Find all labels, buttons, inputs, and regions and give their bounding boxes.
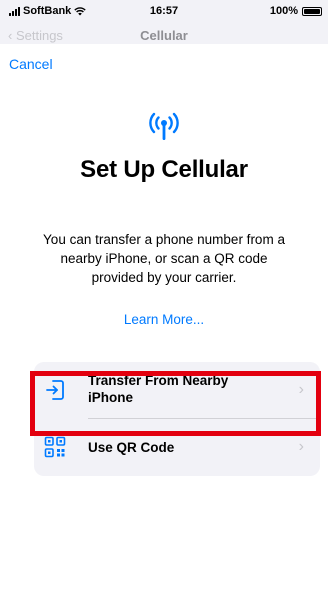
chevron-right-icon: › — [298, 381, 304, 398]
qr-option-label: Use QR Code — [88, 440, 175, 455]
learn-more-link[interactable]: Learn More... — [0, 312, 328, 327]
cancel-button[interactable]: Cancel — [9, 56, 53, 72]
screen: SoftBank 16:57 100% ‹ Settings Cellular … — [0, 0, 328, 593]
antenna-icon — [149, 112, 179, 140]
options-group: Transfer From Nearby iPhone › Use QR Cod… — [34, 362, 320, 476]
setup-cellular-sheet: Cancel Set Up Cellular You can transfer … — [0, 44, 328, 593]
description-text: You can transfer a phone number from a n… — [43, 232, 285, 285]
status-right: 100% — [270, 5, 322, 17]
page-title: Set Up Cellular — [80, 156, 248, 183]
battery-icon — [302, 6, 322, 16]
battery-percent: 100% — [269, 5, 298, 17]
background-nav-title: Cellular — [140, 28, 188, 43]
transfer-option-label: Transfer From Nearby iPhone — [88, 373, 229, 405]
status-bar: SoftBank 16:57 100% — [0, 0, 328, 24]
use-qr-code-option[interactable]: Use QR Code › — [34, 419, 320, 476]
chevron-right-icon: › — [298, 438, 304, 455]
background-nav-bar: ‹ Settings Cellular — [0, 24, 328, 44]
qr-code-icon — [44, 436, 66, 458]
transfer-from-nearby-iphone-option[interactable]: Transfer From Nearby iPhone › — [34, 362, 320, 419]
transfer-icon — [46, 380, 64, 400]
